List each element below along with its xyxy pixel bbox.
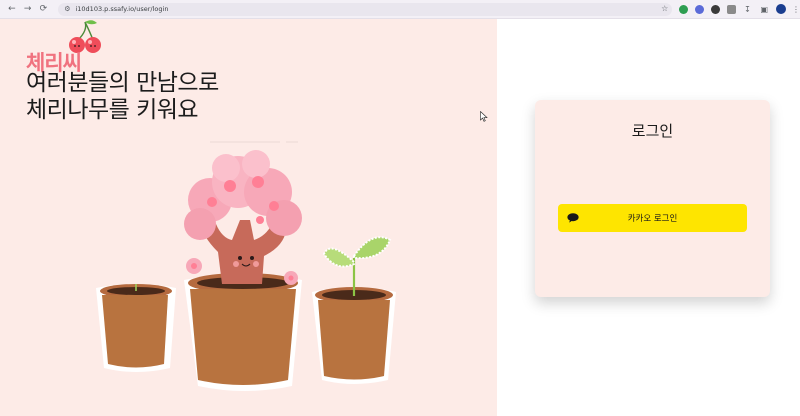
cherry-tree-pots-illustration [96,141,396,391]
hero-headline: 여러분들의 만남으로 체리나무를 키워요 [26,70,219,124]
kakao-login-button[interactable]: 카카오 로그인 [558,204,747,232]
reload-icon[interactable]: ⟳ [36,2,50,16]
cherry-tree-character-icon [184,150,302,285]
headline-line-2: 체리나무를 키워요 [26,97,199,123]
forward-arrow-icon[interactable]: → [21,2,35,16]
login-title: 로그인 [631,122,674,140]
kakao-login-label: 카카오 로그인 [627,214,678,224]
bookmark-star-icon[interactable]: ☆ [661,4,668,13]
back-arrow-icon[interactable]: ← [5,2,19,16]
browser-toolbar: ← → ⟳ ⚙ i10d103.p.ssafy.io/user/login ☆ … [0,0,800,19]
menu-kebab-icon[interactable]: ⋮ [792,5,800,14]
site-info-icon[interactable]: ⚙ [64,5,70,13]
extension-link-icon[interactable] [710,4,720,14]
middle-pot-icon [184,273,302,391]
profile-avatar[interactable] [776,4,787,14]
left-pot-icon [96,284,176,372]
kakao-chat-bubble-icon [567,213,579,223]
download-icon[interactable]: ↧ [743,5,753,14]
login-card: 로그인 카카오 로그인 [535,100,770,297]
extension-shield-icon[interactable] [679,4,689,14]
side-panel-icon[interactable]: ▣ [759,5,769,14]
headline-line-1: 여러분들의 만남으로 [26,70,219,96]
right-pot-icon [312,236,396,384]
extensions-puzzle-icon[interactable] [726,4,736,14]
address-bar[interactable]: ⚙ i10d103.p.ssafy.io/user/login ☆ [58,2,673,16]
extension-globe-icon[interactable] [695,4,704,14]
url-text[interactable]: i10d103.p.ssafy.io/user/login [75,5,168,13]
mouse-cursor-icon [480,111,488,122]
